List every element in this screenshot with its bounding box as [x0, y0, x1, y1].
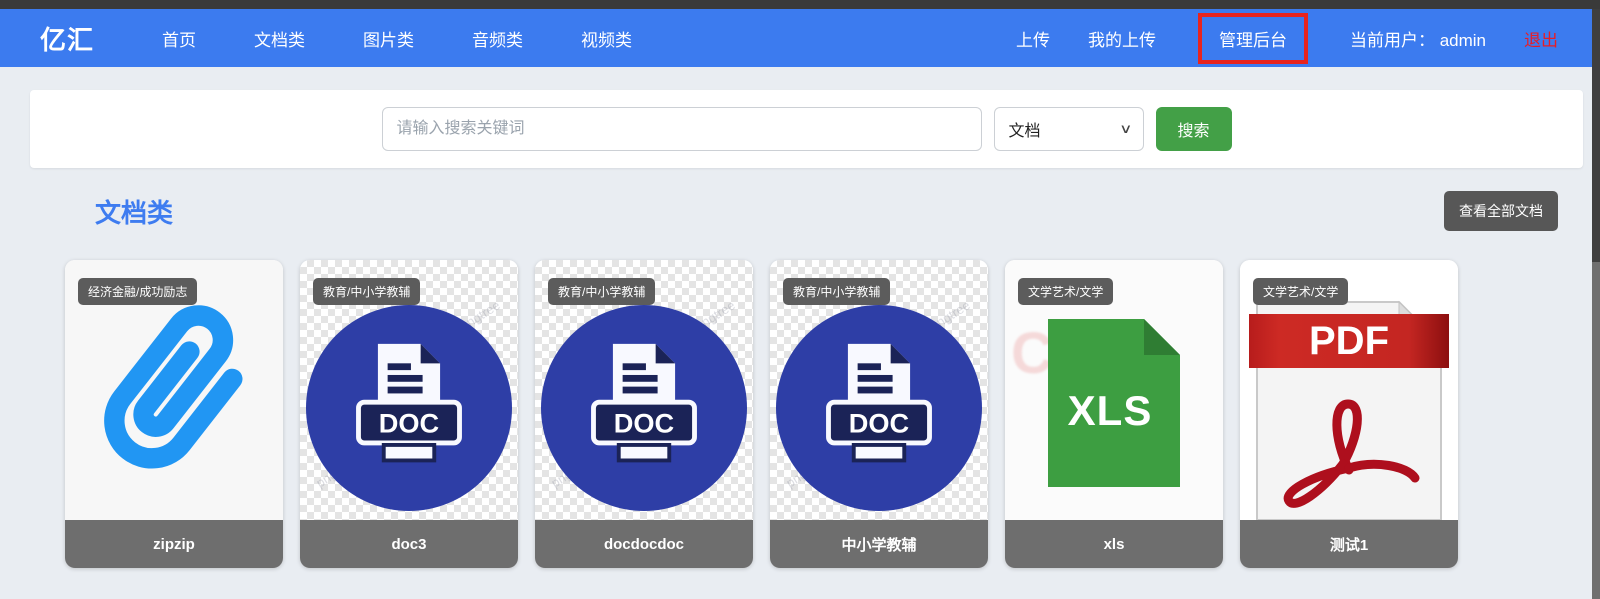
nav-logout[interactable]: 退出 [1524, 26, 1558, 51]
admin-highlight-box: 管理后台 [1198, 13, 1308, 64]
nav-upload[interactable]: 上传 [1016, 26, 1050, 51]
card-title: doc3 [300, 520, 518, 568]
xls-label: XLS [1068, 387, 1153, 434]
nav-home[interactable]: 首页 [162, 26, 196, 51]
card-title: zipzip [65, 520, 283, 568]
document-card-list: 经济金融/成功励志 zipzip 教育/中小学教辅 pngtree pngtre… [65, 260, 1600, 568]
doc-label: DOC [614, 407, 674, 438]
nav-admin-backend[interactable]: 管理后台 [1219, 31, 1287, 50]
pdf-label: PDF [1309, 319, 1389, 363]
view-all-documents-button[interactable]: 查看全部文档 [1444, 191, 1558, 231]
doc-label: DOC [379, 407, 439, 438]
category-badge: 文学艺术/文学 [1018, 278, 1113, 305]
category-badge: 教育/中小学教辅 [548, 278, 655, 305]
category-selected-value: 文档 [1009, 117, 1041, 141]
card-thumbnail: 教育/中小学教辅 pngtree pngtree DOC [770, 260, 988, 520]
document-card-textbook[interactable]: 教育/中小学教辅 pngtree pngtree DOC 中小学教辅 [770, 260, 988, 568]
document-card-docdocdoc[interactable]: 教育/中小学教辅 pngtree pngtree DOC docdocdoc [535, 260, 753, 568]
current-user-label: 当前用户： admin [1350, 26, 1486, 51]
navbar: 亿汇 首页 文档类 图片类 音频类 视频类 上传 我的上传 管理后台 当前用户：… [0, 9, 1600, 67]
card-thumbnail: 教育/中小学教辅 pngtree pngtree DOC [535, 260, 753, 520]
site-logo[interactable]: 亿汇 [40, 20, 94, 57]
card-thumbnail: 教育/中小学教辅 pngtree pngtree DOC [300, 260, 518, 520]
card-thumbnail: 文学艺术/文学 CAFP XLS [1005, 260, 1223, 520]
card-title: xls [1005, 520, 1223, 568]
nav-my-uploads[interactable]: 我的上传 [1088, 26, 1156, 51]
window-top-edge [0, 0, 1600, 9]
main-nav: 首页 文档类 图片类 音频类 视频类 [162, 26, 632, 51]
search-input[interactable] [382, 107, 982, 151]
nav-audio[interactable]: 音频类 [472, 26, 523, 51]
nav-images[interactable]: 图片类 [363, 26, 414, 51]
nav-video[interactable]: 视频类 [581, 26, 632, 51]
xls-file-icon: XLS [1048, 319, 1180, 487]
category-badge: 教育/中小学教辅 [783, 278, 890, 305]
document-card-doc3[interactable]: 教育/中小学教辅 pngtree pngtree DOC doc3 [300, 260, 518, 568]
category-badge: 教育/中小学教辅 [313, 278, 420, 305]
card-title: docdocdoc [535, 520, 753, 568]
doc-file-icon: DOC [776, 305, 982, 511]
scrollbar[interactable] [1592, 0, 1600, 599]
card-title: 中小学教辅 [770, 520, 988, 568]
chevron-down-icon: ∨ [1119, 121, 1132, 137]
section-header: 文档类 查看全部文档 [95, 192, 1558, 230]
scrollbar-thumb[interactable] [1592, 9, 1600, 262]
doc-file-icon: DOC [541, 305, 747, 511]
search-button[interactable]: 搜索 [1156, 107, 1232, 151]
document-card-xls[interactable]: 文学艺术/文学 CAFP XLS xls [1005, 260, 1223, 568]
document-card-pdf-test1[interactable]: 文学艺术/文学 PDF [1240, 260, 1458, 568]
nav-documents[interactable]: 文档类 [254, 26, 305, 51]
category-badge: 文学艺术/文学 [1253, 278, 1348, 305]
nav-right: 上传 我的上传 管理后台 当前用户： admin 退出 [1016, 13, 1558, 64]
section-title: 文档类 [95, 193, 173, 230]
card-thumbnail: 经济金融/成功励志 [65, 260, 283, 520]
card-title: 测试1 [1240, 520, 1458, 568]
category-select[interactable]: 文档 ∨ [994, 107, 1144, 151]
search-panel: 文档 ∨ 搜索 [30, 90, 1583, 168]
category-badge: 经济金融/成功励志 [78, 278, 197, 305]
doc-file-icon: DOC [306, 305, 512, 511]
card-thumbnail: 文学艺术/文学 PDF [1240, 260, 1458, 520]
doc-label: DOC [849, 407, 909, 438]
document-card-zipzip[interactable]: 经济金融/成功励志 zipzip [65, 260, 283, 568]
